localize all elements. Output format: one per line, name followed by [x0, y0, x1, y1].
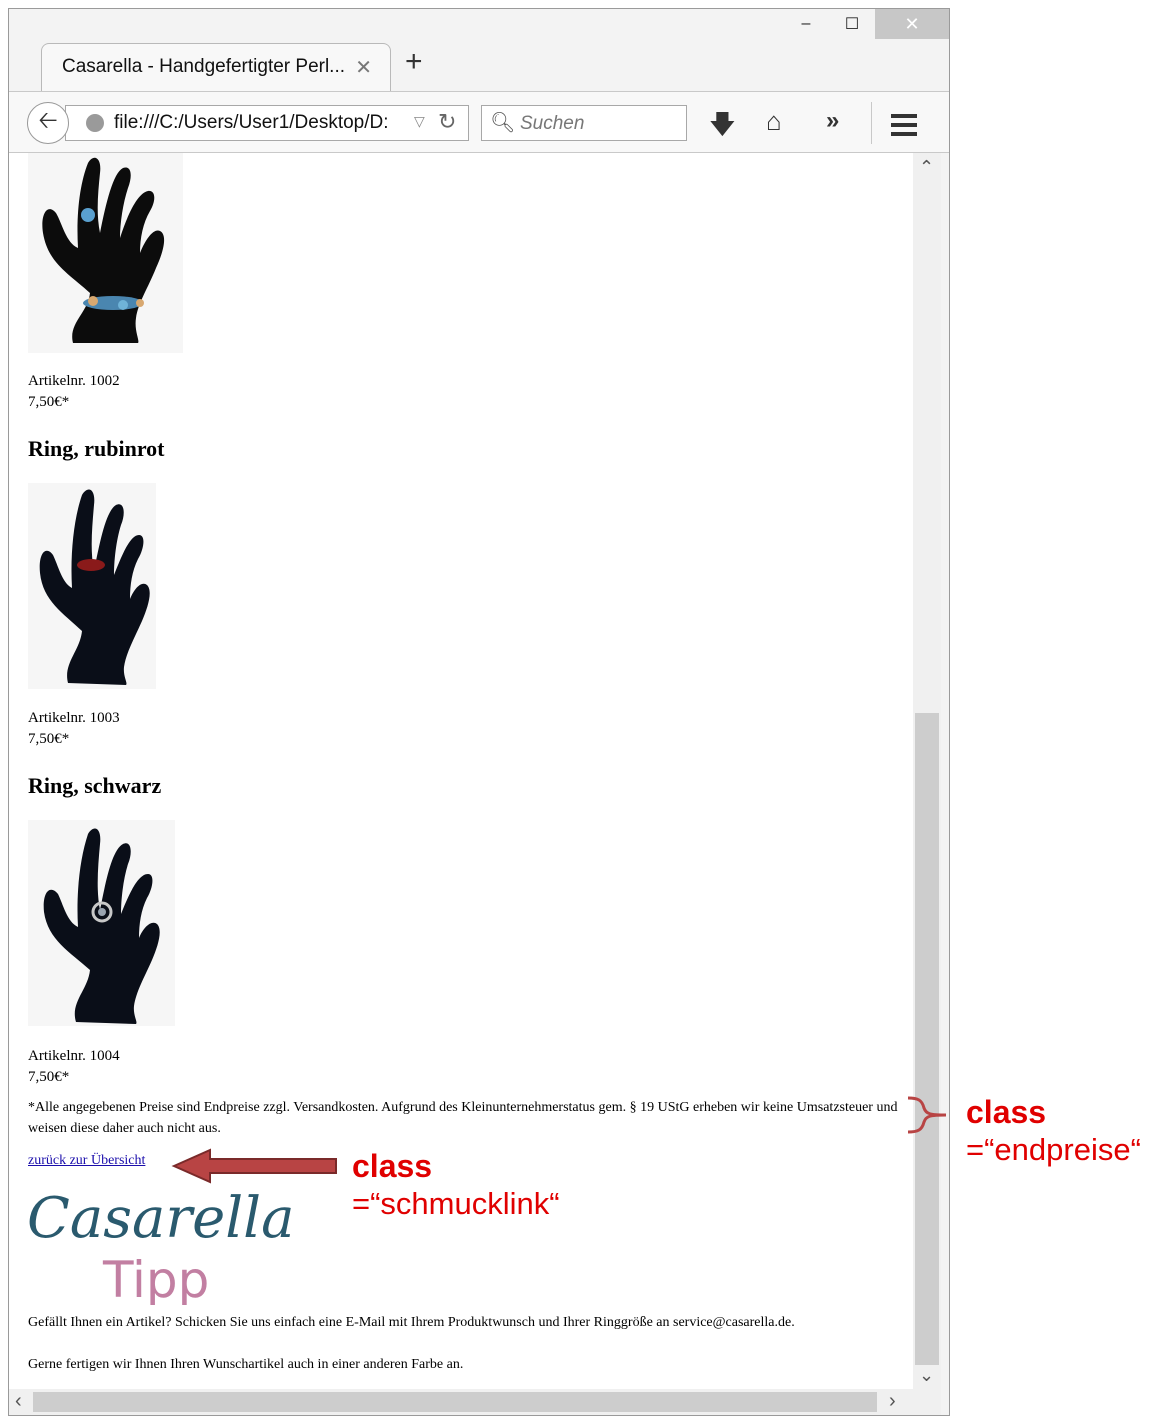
- dropdown-arrow-icon[interactable]: ▽: [414, 113, 425, 130]
- scroll-right-icon[interactable]: ›: [889, 1390, 896, 1413]
- price: 7,50€*: [28, 394, 70, 410]
- hand-display-icon: [42, 157, 165, 343]
- farbe-text: Gerne fertigen wir Ihnen Ihren Wunschart…: [28, 1357, 464, 1372]
- article-number: Artikelnr. 1002: [28, 373, 120, 389]
- hand-display-icon: [39, 489, 150, 685]
- price: 7,50€*: [28, 731, 70, 747]
- back-to-overview-link[interactable]: zurück zur Übersicht: [28, 1153, 145, 1169]
- vertical-scroll-thumb[interactable]: [915, 713, 939, 1365]
- search-icon: 🔍︎: [490, 112, 516, 134]
- brace-annotation-icon: [907, 1096, 947, 1134]
- search-input[interactable]: [518, 110, 682, 138]
- new-tab-button[interactable]: +: [405, 47, 423, 77]
- product-title: Ring, rubinrot: [28, 436, 165, 461]
- hamburger-menu-icon[interactable]: [891, 114, 917, 141]
- globe-icon: [86, 114, 104, 132]
- tab-close-icon[interactable]: ✕: [355, 55, 372, 80]
- horizontal-scrollbar[interactable]: ‹ ›: [9, 1389, 913, 1415]
- scroll-up-icon[interactable]: ⌃: [919, 157, 934, 178]
- arrow-left-icon: 🡠: [38, 106, 58, 134]
- search-box[interactable]: 🔍︎: [481, 105, 687, 141]
- horizontal-scroll-thumb[interactable]: [33, 1392, 877, 1412]
- logo-tipp: Tipp: [102, 1251, 209, 1305]
- navigation-toolbar: file:///C:/Users/User1/Desktop/D: ▽ ↻ 🡠 …: [9, 91, 949, 153]
- scroll-left-icon[interactable]: ‹: [15, 1390, 22, 1413]
- endpreise-note: *Alle angegebenen Preise sind Endpreise …: [28, 1100, 898, 1136]
- article-number: Artikelnr. 1004: [28, 1048, 120, 1064]
- product-image: [28, 153, 183, 353]
- article-number: Artikelnr. 1003: [28, 710, 120, 726]
- maximize-button[interactable]: ☐: [829, 9, 875, 39]
- download-icon[interactable]: 🡇: [709, 106, 736, 150]
- back-button[interactable]: 🡠: [27, 102, 69, 144]
- product-image: [28, 483, 156, 689]
- casarella-tipp-logo: Casarella Tipp: [27, 1186, 294, 1305]
- toolbar-separator: [871, 102, 872, 144]
- overflow-chevron-icon[interactable]: »: [826, 107, 839, 135]
- endpreise-class-label: class: [966, 1094, 1047, 1130]
- reload-icon[interactable]: ↻: [438, 109, 456, 135]
- tipp-text: Gefällt Ihnen ein Artikel? Schicken Sie …: [28, 1315, 795, 1330]
- address-bar[interactable]: file:///C:/Users/User1/Desktop/D: ▽ ↻: [65, 105, 469, 141]
- price: 7,50€*: [28, 1069, 70, 1085]
- schmucklink-class-value: =“schmucklink“: [352, 1186, 560, 1221]
- close-window-button[interactable]: ✕: [875, 9, 949, 39]
- arrow-left-annotation-icon: [171, 1148, 337, 1184]
- tab-title: Casarella - Handgefertigter Perl...: [62, 56, 346, 77]
- home-icon[interactable]: ⌂: [766, 106, 782, 137]
- vertical-scrollbar[interactable]: ⌃ ⌄: [913, 153, 941, 1389]
- scrollbar-corner: [913, 1389, 941, 1415]
- product-title: Ring, schwarz: [28, 773, 162, 798]
- logo-text: Casarella: [27, 1186, 294, 1251]
- browser-tab[interactable]: Casarella - Handgefertigter Perl... ✕: [41, 43, 391, 91]
- hand-display-icon: [43, 828, 160, 1024]
- url-text[interactable]: file:///C:/Users/User1/Desktop/D:: [114, 112, 404, 134]
- minimize-button[interactable]: ‒: [783, 9, 829, 39]
- product-image: [28, 820, 175, 1026]
- schmucklink-class-label: class: [352, 1148, 433, 1184]
- endpreise-class-value: =“endpreise“: [966, 1132, 1141, 1167]
- scroll-down-icon[interactable]: ⌄: [919, 1365, 934, 1386]
